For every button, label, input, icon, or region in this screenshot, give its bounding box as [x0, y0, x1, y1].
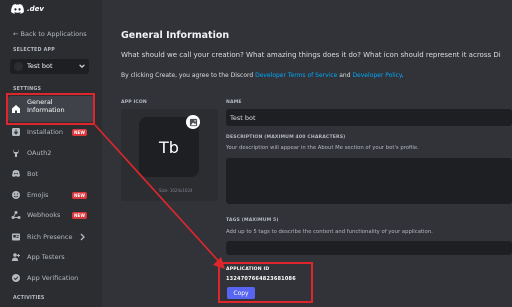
selected-app-heading: SELECTED APP — [13, 48, 55, 53]
wrench-icon — [13, 149, 19, 157]
logo-text: .dev — [27, 5, 44, 13]
sidebar-item-label: Webhooks — [27, 211, 61, 219]
main-content: General Information What should we call … — [102, 0, 512, 307]
name-value: Test bot — [230, 114, 256, 122]
emoji-icon — [12, 191, 20, 199]
activities-heading: ACTIVITIES — [13, 296, 45, 301]
sidebar-item-label: OAuth2 — [27, 149, 52, 157]
tags-hint: Add up to 5 tags to describe the content… — [226, 229, 433, 235]
sidebar: .dev ← Back to Applications SELECTED APP… — [0, 0, 102, 307]
sidebar-item-label: App Verification — [27, 274, 79, 282]
terms-agreement-text: By clicking Create, you agree to the Dis… — [121, 72, 404, 79]
tags-label: TAGS (MAXIMUM 5) — [226, 218, 279, 223]
sidebar-item-installation[interactable]: Installation NEW — [8, 124, 94, 140]
agree-prefix: By clicking Create, you agree to the Dis… — [121, 72, 256, 79]
sidebar-item-label: Rich Presence — [27, 233, 73, 241]
page-intro-text: What should we call your creation? What … — [121, 51, 501, 59]
name-label: NAME — [226, 100, 242, 105]
developer-policy-link[interactable]: Developer Policy — [352, 72, 401, 79]
description-textarea[interactable] — [226, 158, 512, 204]
sidebar-item-app-testers[interactable]: App Testers — [8, 249, 94, 265]
tags-input[interactable] — [226, 241, 512, 255]
app-icon-label: APP ICON — [121, 100, 147, 105]
chevron-right-icon — [80, 233, 85, 241]
new-badge: NEW — [72, 211, 87, 219]
period-text: . — [401, 72, 404, 79]
app-icon-uploader[interactable]: Tb Size: 1024x1024 — [121, 109, 218, 201]
app-avatar — [14, 62, 23, 71]
sidebar-item-label: App Testers — [27, 253, 65, 261]
image-edit-icon — [189, 118, 197, 126]
description-hint: Your description will appear in the Abou… — [226, 145, 419, 151]
installation-icon — [12, 128, 20, 136]
new-badge: NEW — [72, 128, 87, 136]
new-badge: NEW — [72, 191, 87, 199]
highlight-box-general-information — [6, 93, 95, 125]
edit-image-icon[interactable] — [186, 115, 200, 129]
sidebar-item-label: Installation — [27, 128, 64, 136]
sidebar-item-rich-presence[interactable]: Rich Presence — [8, 229, 94, 245]
highlight-box-application-id — [218, 262, 313, 303]
chevron-down-icon — [79, 64, 85, 68]
sidebar-item-oauth2[interactable]: OAuth2 — [8, 145, 94, 161]
sidebar-item-app-verification[interactable]: App Verification — [8, 270, 94, 286]
sidebar-item-label: Bot — [27, 170, 38, 178]
discord-logo-icon — [11, 4, 24, 14]
rich-presence-icon — [12, 233, 20, 241]
icon-size-hint: Size: 1024x1024 — [159, 188, 193, 193]
sidebar-item-bot[interactable]: Bot — [8, 166, 94, 182]
app-testers-icon — [11, 253, 20, 261]
selected-app-name: Test bot — [27, 62, 53, 70]
developer-terms-link[interactable]: Developer Terms of Service — [255, 72, 337, 79]
back-to-applications-link[interactable]: ← Back to Applications — [13, 30, 87, 38]
and-text: and — [337, 72, 353, 79]
sidebar-item-webhooks[interactable]: Webhooks NEW — [8, 207, 94, 223]
discord-dev-logo[interactable]: .dev — [10, 3, 44, 15]
settings-heading: SETTINGS — [13, 87, 42, 92]
page-title: General Information — [121, 30, 230, 41]
bot-icon — [12, 170, 20, 177]
sidebar-item-emojis[interactable]: Emojis NEW — [8, 187, 94, 203]
app-selector[interactable]: Test bot — [10, 59, 89, 74]
name-input[interactable]: Test bot — [226, 109, 512, 126]
webhooks-icon — [11, 211, 21, 219]
sidebar-item-label: Emojis — [27, 191, 49, 199]
verification-icon — [12, 274, 20, 282]
description-label: DESCRIPTION (MAXIMUM 400 CHARACTERS) — [226, 135, 346, 140]
